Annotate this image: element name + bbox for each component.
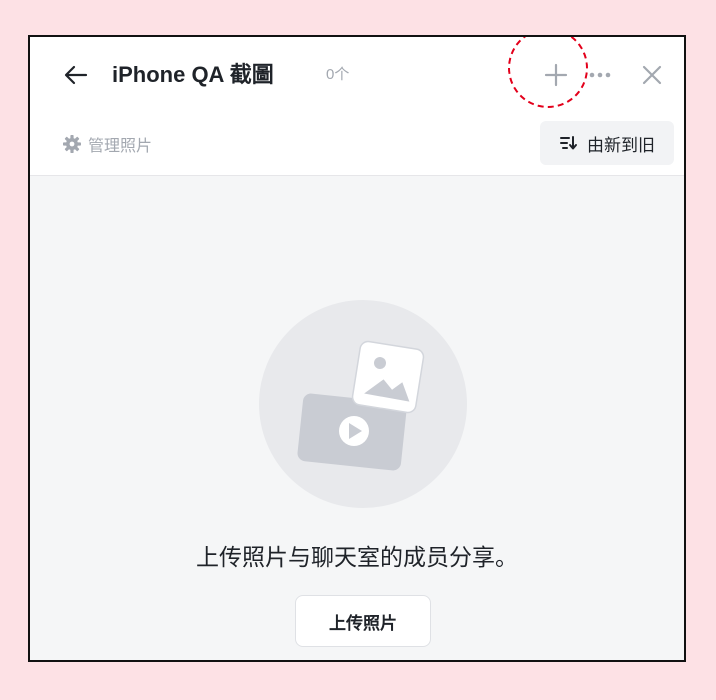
photo-video-illustration (259, 300, 467, 508)
empty-state-area: 上传照片与聊天室的成员分享。 上传照片 (30, 176, 684, 660)
gear-icon (63, 135, 81, 153)
photo-album-panel: iPhone QA 截圖 0个 管理照片 由新到旧 上传照片与聊天室的成员分享。… (28, 35, 686, 662)
album-title: iPhone QA 截圖 (112, 62, 274, 87)
more-dots-icon (589, 72, 611, 78)
sort-order-button[interactable]: 由新到旧 (540, 121, 674, 165)
manage-photos-label: 管理照片 (88, 138, 153, 155)
photo-count: 0个 (326, 66, 350, 83)
back-button[interactable] (60, 59, 92, 91)
close-button[interactable] (634, 57, 670, 93)
panel-header: iPhone QA 截圖 0个 管理照片 由新到旧 (30, 37, 684, 176)
manage-photos-button[interactable]: 管理照片 (62, 132, 152, 156)
sort-order-label: 由新到旧 (587, 135, 655, 155)
plus-icon (544, 63, 568, 87)
upload-photos-button[interactable]: 上传照片 (295, 595, 431, 647)
add-photo-button[interactable] (538, 57, 574, 93)
arrow-left-icon (64, 65, 88, 85)
empty-state-message: 上传照片与聊天室的成员分享。 (196, 544, 518, 570)
sort-icon (560, 136, 577, 150)
close-icon (642, 65, 662, 85)
more-options-button[interactable] (585, 57, 615, 93)
